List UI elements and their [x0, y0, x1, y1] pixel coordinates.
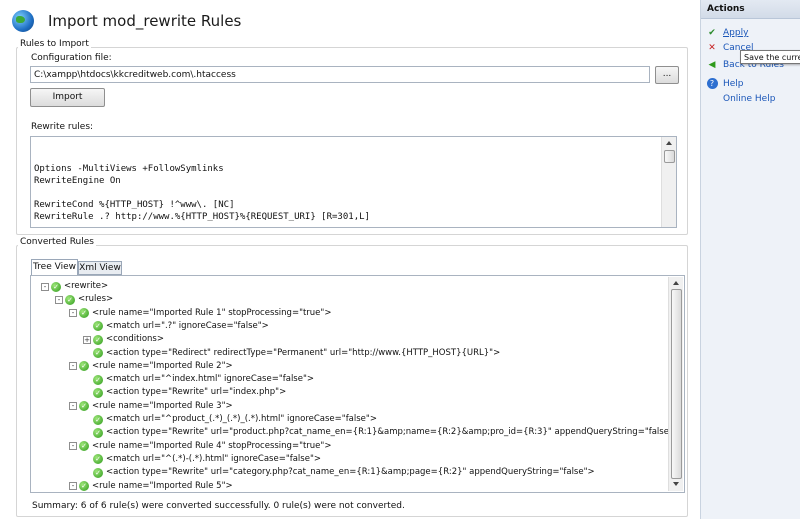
- rules-to-import-label: Rules to Import: [18, 39, 91, 49]
- globe-icon: [12, 10, 34, 32]
- tree-node-label: <action type="Redirect" redirectType="Pe…: [106, 347, 501, 358]
- tree-scroll-down-icon[interactable]: [673, 482, 679, 486]
- apply-icon: ✔: [708, 28, 716, 38]
- import-button[interactable]: Import: [30, 88, 105, 107]
- tree-node[interactable]: - ✓ <rule name="Imported Rule 5">: [69, 480, 233, 493]
- success-check-icon: ✓: [79, 441, 89, 452]
- cancel-icon: ✕: [708, 43, 716, 53]
- back-arrow-icon: ◀: [708, 60, 716, 70]
- tree-node[interactable]: - ✓ <rules>: [55, 293, 113, 306]
- tree-node-label: <rule name="Imported Rule 4" stopProcess…: [92, 440, 332, 451]
- success-check-icon: ✓: [93, 427, 103, 438]
- help-icon: ?: [705, 77, 719, 91]
- tree-node-label: <action type="Rewrite" url="product.php?…: [106, 427, 680, 438]
- actions-header: Actions: [701, 0, 800, 19]
- page-title: Import mod_rewrite Rules: [48, 12, 242, 30]
- online-help-action[interactable]: Online Help: [705, 92, 775, 106]
- tree-node-label: <action type="Rewrite" url="category.php…: [106, 467, 595, 478]
- tree-node-label: <match url="^product_(.*)_(.*)_(.*).html…: [106, 414, 377, 424]
- tree-node[interactable]: ✓ <match url="^index.html" ignoreCase="fa…: [83, 373, 314, 386]
- success-check-icon: ✓: [93, 321, 103, 332]
- rewrite-line: RewriteCond %{HTTP_HOST} !^www\. [NC]: [34, 200, 235, 210]
- browse-button[interactable]: ...: [655, 66, 679, 84]
- tree-node[interactable]: - ✓ <rule name="Imported Rule 4" stopProce…: [69, 440, 331, 453]
- tree-node-label: <match url="^index.html" ignoreCase="fal…: [106, 374, 315, 385]
- collapse-icon[interactable]: -: [55, 295, 63, 304]
- tree-node[interactable]: ✓ <match url="^(.*)-(.*).html" ignoreCase…: [83, 453, 321, 466]
- rewrite-rules-lines: Options -MultiViews +FollowSymlinks Rewri…: [34, 163, 662, 227]
- main-panel: Import mod_rewrite Rules Rules to Import…: [0, 0, 700, 519]
- tree-node-label: <conditions>: [106, 334, 164, 345]
- tab-xml-view[interactable]: Xml View: [78, 261, 122, 275]
- rewrite-line: [34, 187, 662, 199]
- success-check-icon: ✓: [51, 281, 61, 292]
- tree-scroll-thumb[interactable]: [671, 289, 682, 479]
- rewrite-line: RewriteEngine On: [34, 176, 121, 186]
- tree-node-label: <rewrite>: [64, 281, 109, 291]
- collapse-icon[interactable]: -: [69, 402, 77, 411]
- collapse-icon[interactable]: -: [69, 442, 77, 451]
- success-check-icon: ✓: [79, 308, 89, 319]
- tree-node[interactable]: - ✓ <rule name="Imported Rule 1" stopProce…: [69, 307, 331, 320]
- tree-node[interactable]: - ✓ <rule name="Imported Rule 2">: [69, 360, 233, 373]
- tree-node-label: <match url=".?" ignoreCase="false">: [106, 320, 269, 331]
- rewrite-rules-textarea[interactable]: Options -MultiViews +FollowSymlinks Rewri…: [30, 136, 677, 228]
- rewrite-line: Options -MultiViews +FollowSymlinks: [34, 164, 224, 174]
- collapse-icon[interactable]: -: [41, 282, 49, 291]
- tree-node[interactable]: ✓ <action type="Redirect" redirectType="P…: [83, 347, 500, 360]
- collapse-icon[interactable]: -: [69, 309, 77, 318]
- tree-scrollbar[interactable]: [668, 277, 683, 491]
- rewrite-line: RewriteRule .? http://www.%{HTTP_HOST}%{…: [34, 212, 370, 222]
- tree-node-label: <rules>: [78, 294, 114, 305]
- tree-node-label: <match url="^(.*)-(.*).html" ignoreCase=…: [106, 453, 321, 464]
- tree-node[interactable]: ✓ <action type="Rewrite" url="category.ph…: [83, 466, 595, 479]
- tree-node[interactable]: ✓ <match url=".?" ignoreCase="false">: [83, 320, 269, 333]
- apply-label[interactable]: Apply: [723, 28, 748, 38]
- success-check-icon: ✓: [93, 348, 103, 358]
- apply-tooltip: Save the curre: [740, 50, 800, 64]
- tree-node-label: <rule name="Imported Rule 5">: [92, 480, 233, 491]
- tree-node[interactable]: ✓ <match url="^product_(.*)_(.*)_(.*).htm…: [83, 413, 377, 426]
- apply-action[interactable]: ✔ Apply: [705, 26, 748, 40]
- tab-tree-view[interactable]: Tree View: [31, 259, 78, 275]
- actions-pane: Actions ✔ Apply ✕ Cancel ◀ Back to Rules ? H…: [700, 0, 800, 519]
- tree-node-label: <rule name="Imported Rule 3">: [92, 400, 233, 411]
- success-check-icon: ✓: [93, 467, 103, 478]
- summary-text: Summary: 6 of 6 rule(s) were converted s…: [32, 501, 405, 511]
- success-check-icon: ✓: [93, 414, 103, 425]
- rewrite-line: [34, 223, 662, 227]
- success-check-icon: ✓: [65, 294, 75, 305]
- collapse-icon[interactable]: -: [69, 482, 77, 490]
- tree-node-label: <rule name="Imported Rule 2">: [92, 360, 233, 371]
- collapse-icon[interactable]: -: [69, 362, 77, 371]
- scroll-thumb[interactable]: [664, 150, 675, 163]
- tree-node[interactable]: - ✓ <rewrite>: [41, 280, 108, 293]
- config-file-label: Configuration file:: [31, 53, 112, 63]
- tree-node-label: <action type="Rewrite" url="index.php">: [106, 387, 287, 398]
- success-check-icon: ✓: [79, 401, 89, 412]
- success-check-icon: ✓: [93, 334, 103, 345]
- tree-node-label: <rule name="Imported Rule 1" stopProcess…: [92, 307, 332, 318]
- success-check-icon: ✓: [93, 374, 103, 385]
- converted-tree[interactable]: - ✓ <rewrite> - ✓ <rules> - ✓ <rule name="Import…: [30, 275, 685, 493]
- help-label[interactable]: Help: [723, 79, 744, 89]
- success-check-icon: ✓: [93, 454, 103, 465]
- rewrite-rules-label: Rewrite rules:: [31, 122, 94, 132]
- help-action[interactable]: ? Help: [705, 77, 744, 91]
- tree-node[interactable]: ✓ <action type="Rewrite" url="product.php…: [83, 426, 680, 439]
- success-check-icon: ✓: [79, 481, 89, 491]
- expand-icon[interactable]: +: [83, 335, 91, 344]
- tree-node[interactable]: ✓ <action type="Rewrite" url="index.php">: [83, 386, 286, 399]
- tree-scroll-up-icon[interactable]: [673, 281, 679, 285]
- success-check-icon: ✓: [93, 387, 103, 398]
- success-check-icon: ✓: [79, 361, 89, 372]
- tree-node[interactable]: - ✓ <rule name="Imported Rule 3">: [69, 400, 233, 413]
- rewrite-rules-scrollbar[interactable]: [661, 137, 676, 227]
- config-file-input[interactable]: C:\xampp\htdocs\kkcreditweb.com\.htacces…: [30, 66, 650, 83]
- scroll-up-icon[interactable]: [666, 141, 672, 145]
- converted-rules-label: Converted Rules: [18, 237, 96, 247]
- tree-node[interactable]: + ✓ <conditions>: [83, 333, 164, 346]
